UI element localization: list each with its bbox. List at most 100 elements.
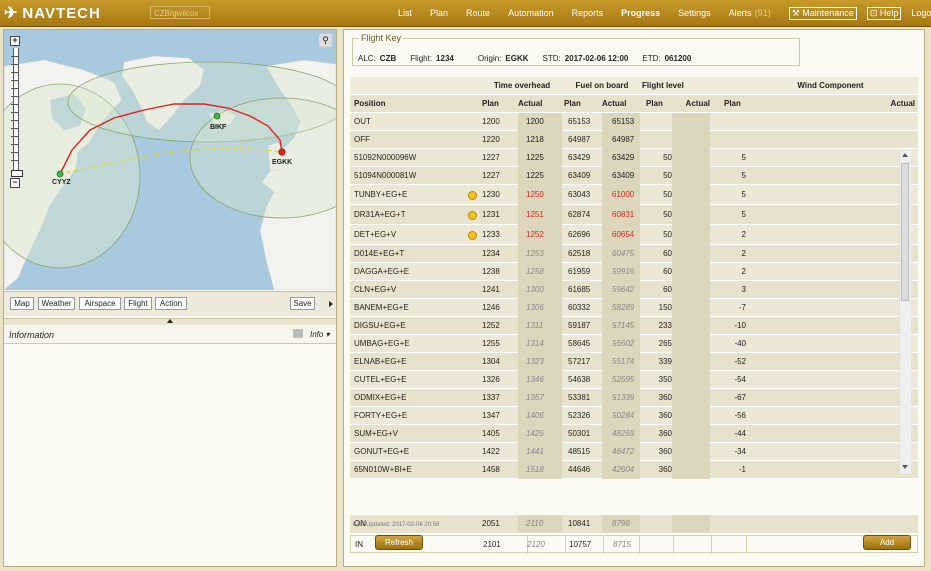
std-value: 2017-02-06 12:00 [564, 54, 629, 63]
egkk-marker[interactable] [278, 148, 286, 156]
cell-pos: 65N010W+BI+E [354, 465, 412, 474]
panel-splitter[interactable] [4, 318, 336, 325]
cell-tp: 1255 [482, 339, 500, 348]
table-row[interactable]: ELNAB+EG+E 1304 1323 57217 55174 339 -52 [350, 353, 918, 371]
cell-ta: 1225 [526, 153, 544, 162]
nav-route[interactable]: Route [466, 8, 490, 18]
cell-wp: 5 [741, 210, 746, 219]
nav-list[interactable]: List [398, 8, 412, 18]
tab-action[interactable]: Action [155, 297, 187, 310]
table-row[interactable]: 65N010W+BI+E 1458 1518 44646 42604 360 -1 [350, 461, 918, 479]
scroll-up-icon[interactable] [902, 153, 908, 157]
maintenance-label: Maintenance [802, 7, 854, 18]
table-row[interactable]: GONUT+EG+E 1422 1441 48515 46472 360 -34 [350, 443, 918, 461]
cell-ta: 1258 [526, 267, 544, 276]
nav-settings[interactable]: Settings [678, 8, 711, 18]
actual-column-bg [672, 299, 710, 317]
scroll-thumb[interactable] [901, 163, 909, 301]
table-row[interactable]: OUT 1200 1200 65153 65153 [350, 113, 918, 131]
alert-warning-icon[interactable] [468, 210, 477, 220]
bikf-marker[interactable] [213, 112, 221, 120]
print-icon[interactable] [293, 329, 303, 338]
cell-tp: 1326 [482, 375, 500, 384]
table-row[interactable]: CUTEL+EG+E 1326 1346 54638 52595 350 -54 [350, 371, 918, 389]
expand-right-icon[interactable] [329, 301, 333, 307]
table-row[interactable]: 51092N000096W 1227 1225 63429 63429 50 5 [350, 149, 918, 167]
scroll-down-icon[interactable] [902, 465, 908, 469]
cell-pos: FORTY+EG+E [354, 411, 408, 420]
alert-warning-icon[interactable] [468, 190, 477, 200]
table-scrollbar[interactable] [899, 151, 911, 474]
tab-flight[interactable]: Flight [124, 297, 152, 310]
actual-column-bg [672, 317, 710, 335]
zoom-in-button[interactable]: + [10, 36, 20, 46]
table-row[interactable]: TUNBY+EG+E 1230 1250 63043 61000 50 5 [350, 185, 918, 205]
table-row[interactable]: ODMIX+EG+E 1337 1357 53381 51339 360 -67 [350, 389, 918, 407]
table-row[interactable]: 51094N000081W 1227 1225 63409 63409 50 5 [350, 167, 918, 185]
table-row[interactable]: DAGGA+EG+E 1238 1258 61959 59916 60 2 [350, 263, 918, 281]
etd-value: 061200 [664, 54, 692, 63]
actual-column-bg [672, 131, 710, 149]
nav-maintenance[interactable]: ⚒ Maintenance [788, 6, 857, 20]
zoom-out-button[interactable]: − [10, 178, 20, 188]
collapse-up-icon[interactable] [167, 319, 173, 323]
table-footer-row[interactable]: IN 2101 2120 10757 8715 [350, 535, 918, 554]
nav-reports[interactable]: Reports [572, 8, 604, 18]
tab-map[interactable]: Map [10, 297, 34, 310]
table-row[interactable]: DET+EG+V 1233 1252 62696 60654 50 2 [350, 225, 918, 245]
magnifier-icon[interactable]: ⚲ [319, 34, 332, 47]
cell-fp: 63043 [568, 190, 591, 199]
table-row[interactable]: DIGSU+EG+E 1252 1311 59187 57145 233 -10 [350, 317, 918, 335]
cell-flp [638, 131, 672, 149]
table-row[interactable]: OFF 1220 1218 64987 64987 [350, 131, 918, 149]
table-row[interactable]: SUM+EG+V 1405 1425 50301 48259 360 -44 [350, 425, 918, 443]
cell-flp: 339 [658, 357, 672, 366]
cell-pos: CUTEL+EG+E [354, 375, 407, 384]
nav-plan[interactable]: Plan [430, 8, 448, 18]
cell-tp: 1347 [482, 411, 500, 420]
table-row[interactable]: FORTY+EG+E 1347 1406 52326 50284 360 -56 [350, 407, 918, 425]
zoom-slider[interactable] [11, 48, 23, 177]
table-row[interactable]: CLN+EG+V 1241 1300 61685 59642 60 3 [350, 281, 918, 299]
nav-logout[interactable]: Logout [911, 8, 931, 18]
actual-column-bg [672, 225, 710, 245]
user-indicator[interactable]: CZB/gwilcox [150, 6, 210, 19]
table-row[interactable]: D014E+EG+T 1234 1253 62518 60475 60 2 [350, 245, 918, 263]
cell-wp: -44 [734, 429, 746, 438]
flight-label: Flight: [410, 54, 433, 63]
actual-column-bg [672, 205, 710, 225]
table-row[interactable]: UMBAG+EG+E 1255 1314 58645 56602 265 -40 [350, 335, 918, 353]
cell-wp: 5 [741, 171, 746, 180]
table-row[interactable]: BANEM+EG+E 1246 1306 60332 58289 150 -7 [350, 299, 918, 317]
last-updated: Last Updated: 2017-02-06 20:58 [353, 522, 440, 528]
save-button[interactable]: Save [290, 297, 315, 310]
nav-automation[interactable]: Automation [508, 8, 554, 18]
cyyz-marker[interactable] [56, 170, 64, 178]
cell-ta: 1300 [526, 285, 544, 294]
cell-flp: 50 [663, 190, 672, 199]
cell-ta: 1357 [526, 393, 544, 402]
zoom-handle[interactable] [11, 170, 23, 177]
cell-wp: -7 [738, 303, 746, 312]
cell-flp: 60 [663, 267, 672, 276]
table-row[interactable]: DR31A+EG+T 1231 1251 62874 60831 50 5 [350, 205, 918, 225]
cell-wp: -10 [734, 321, 746, 330]
alert-warning-icon[interactable] [468, 230, 477, 240]
cell-wp: 2 [741, 230, 746, 239]
cell-fp: 50301 [568, 429, 591, 438]
route-map[interactable]: BIKF EGKK CYYZ + − ⚲ [4, 30, 336, 290]
cell-fp: 53381 [568, 393, 591, 402]
plane-logo-icon: ✈ [4, 5, 19, 22]
nav-alerts[interactable]: Alerts (91) [729, 8, 771, 18]
info-menu-button[interactable]: Info ▾ [310, 330, 330, 339]
group-header-wind: Wind Component [797, 81, 864, 90]
cell-pos: SUM+EG+V [354, 429, 399, 438]
cell-wp: 5 [741, 190, 746, 199]
refresh-button[interactable]: Refresh [375, 535, 423, 550]
tab-airspace[interactable]: Airspace [79, 297, 121, 310]
nav-help[interactable]: ⊡ Help [866, 6, 902, 20]
add-button[interactable]: Add [863, 535, 911, 550]
group-header-fl: Flight level [642, 81, 684, 90]
tab-weather[interactable]: Weather [38, 297, 75, 310]
nav-progress[interactable]: Progress [621, 8, 660, 18]
